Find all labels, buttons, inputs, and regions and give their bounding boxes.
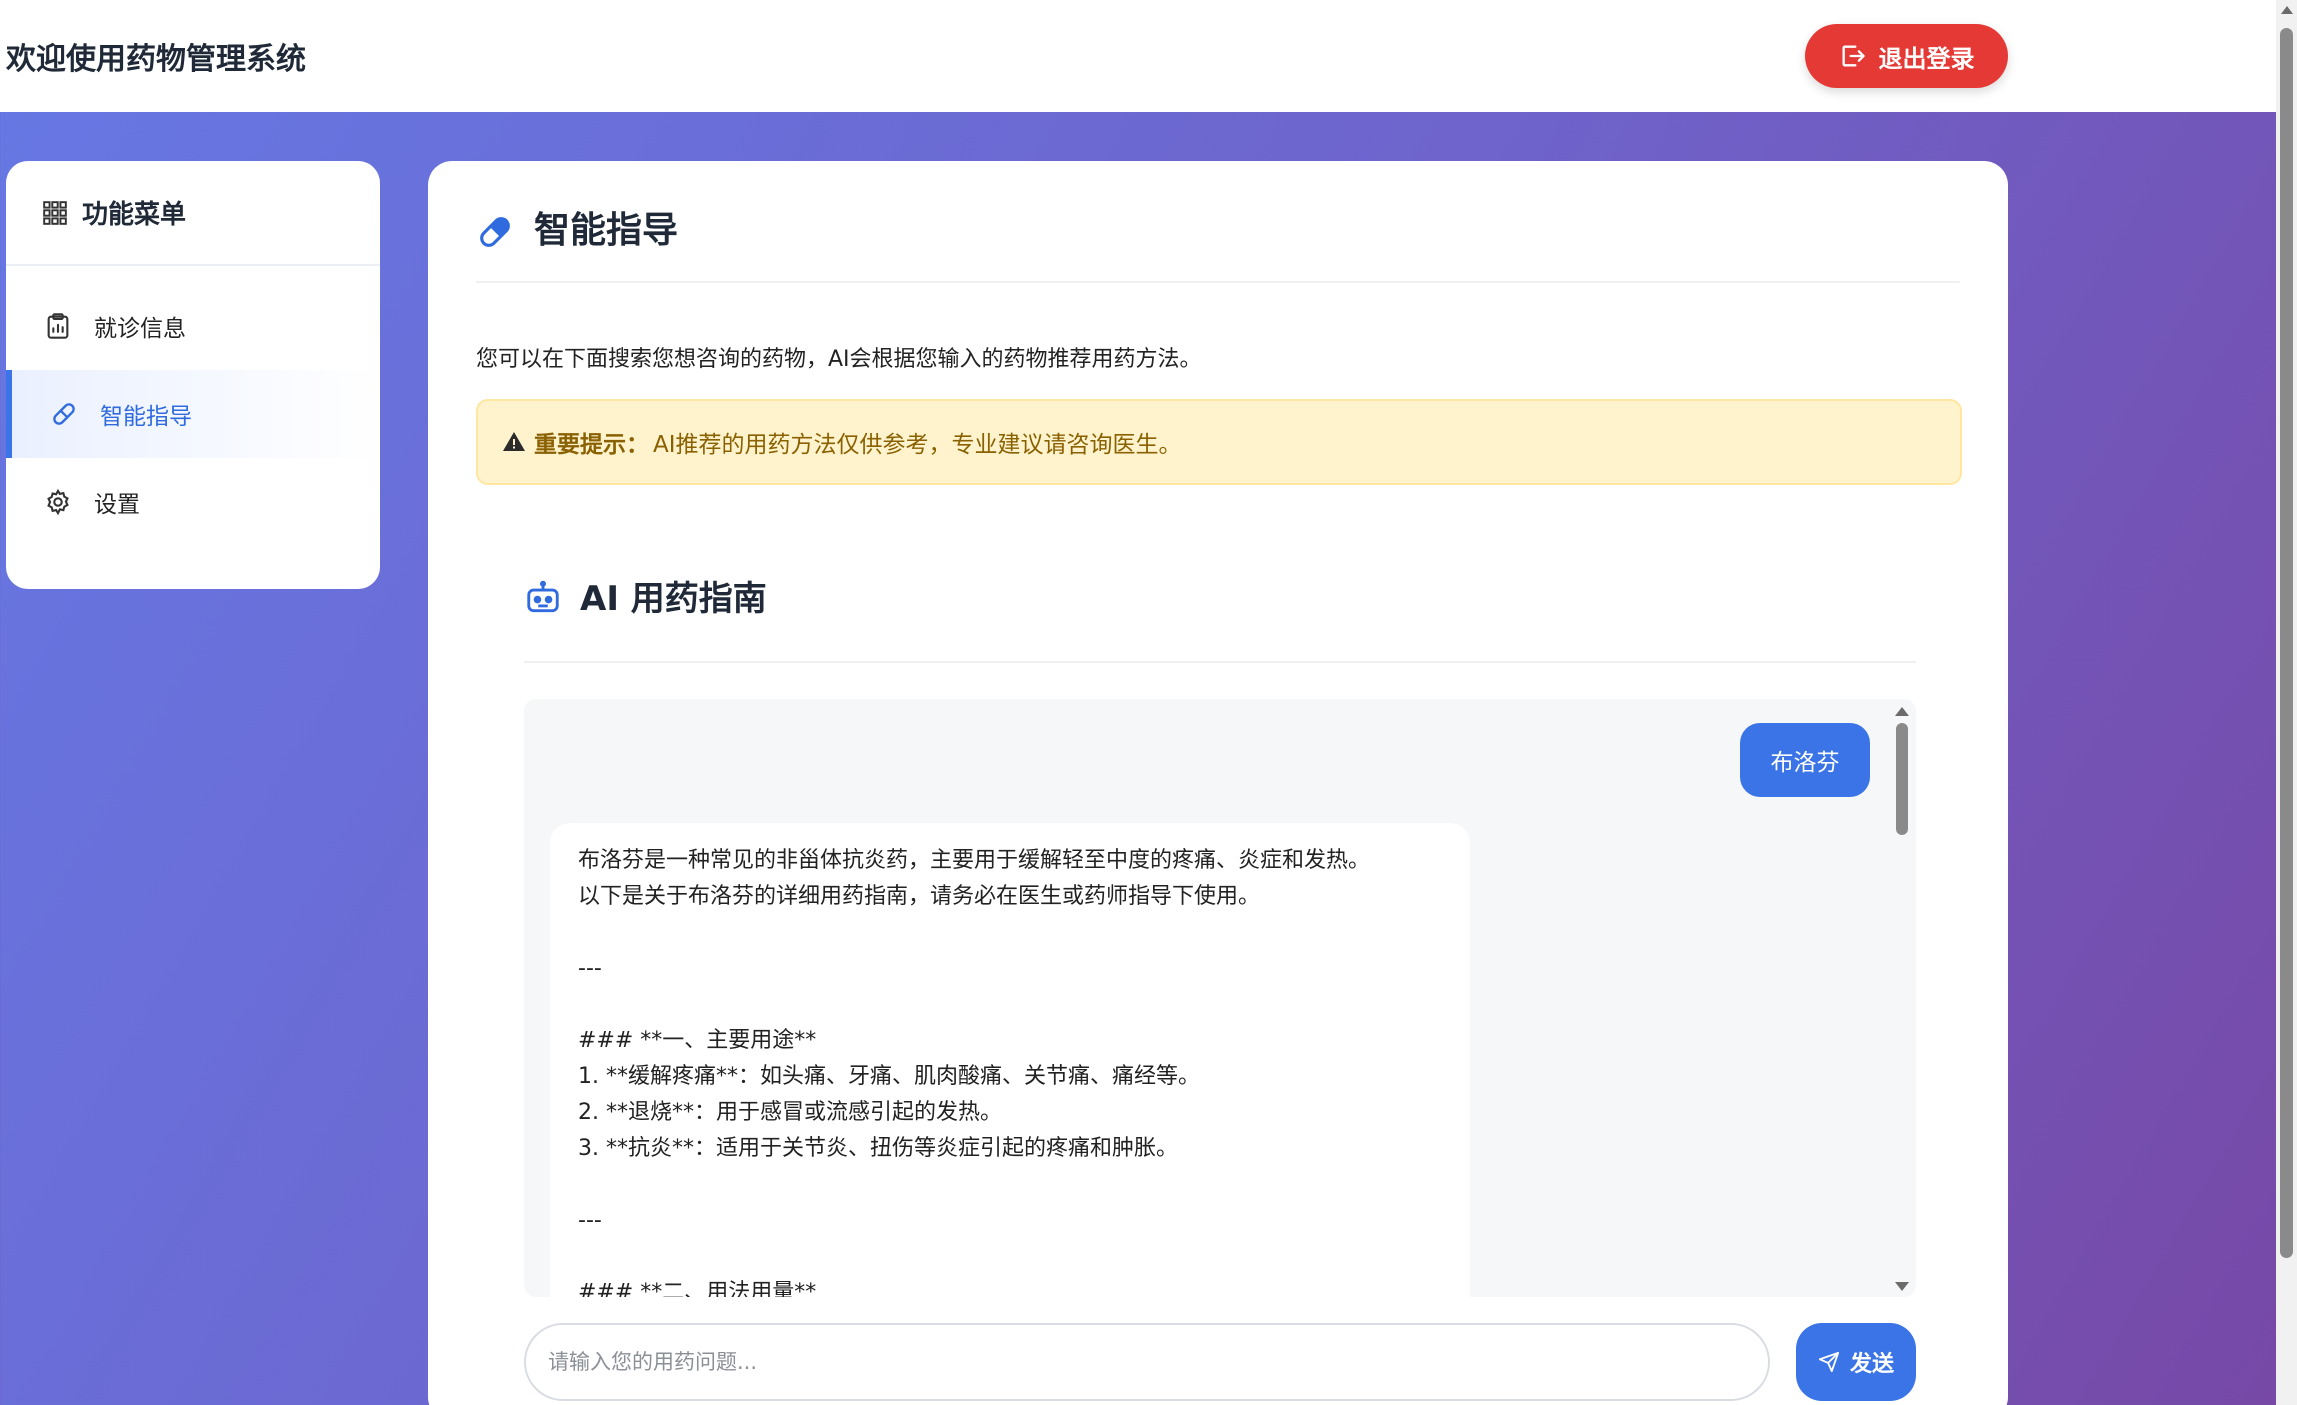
notice-text: AI推荐的用药方法仅供参考，专业建议请咨询医生。 xyxy=(653,432,1182,458)
user-message-bubble: 布洛芬 xyxy=(1740,723,1870,797)
sidebar: 功能菜单 就诊信息 智能指导 设置 xyxy=(6,161,380,589)
sidebar-item-label: 就诊信息 xyxy=(94,316,186,342)
scroll-down-arrow-icon[interactable] xyxy=(1895,1282,1909,1291)
intro-text: 您可以在下面搜索您想咨询的药物，AI会根据您输入的药物推荐用药方法。 xyxy=(476,347,1202,372)
chat-window[interactable]: 布洛芬 布洛芬是一种常见的非甾体抗炎药，主要用于缓解轻至中度的疼痛、炎症和发热。… xyxy=(524,699,1916,1297)
clipboard-icon xyxy=(47,313,69,339)
sidebar-item-label: 设置 xyxy=(94,492,140,518)
chat-scrollbar[interactable] xyxy=(1892,699,1916,1297)
logout-label: 退出登录 xyxy=(1878,44,1975,73)
logout-icon xyxy=(1842,45,1865,67)
scroll-up-arrow-icon[interactable] xyxy=(2281,6,2293,14)
send-icon xyxy=(1818,1351,1840,1373)
sidebar-item-smart-guide[interactable]: 智能指导 xyxy=(6,370,380,458)
ai-message-line: 3. **抗炎**：适用于关节炎、扭伤等炎症引起的疼痛和肿胀。 xyxy=(578,1136,1178,1161)
scroll-up-arrow-icon[interactable] xyxy=(1895,707,1909,716)
sidebar-item-visit-info[interactable]: 就诊信息 xyxy=(6,282,380,370)
chat-input[interactable] xyxy=(524,1323,1770,1401)
main-card: 智能指导 您可以在下面搜索您想咨询的药物，AI会根据您输入的药物推荐用药方法。 … xyxy=(428,161,2008,1405)
sidebar-item-label: 智能指导 xyxy=(100,404,192,430)
ai-section-title: AI 用药指南 xyxy=(580,579,767,619)
ai-message-line: ### **二、用法用量** xyxy=(578,1280,817,1297)
ai-section-header: AI 用药指南 xyxy=(524,577,1916,663)
warning-triangle-icon xyxy=(503,432,525,451)
chat-input-row: 发送 xyxy=(524,1323,1916,1403)
ai-message-bubble: 布洛芬是一种常见的非甾体抗炎药，主要用于缓解轻至中度的疼痛、炎症和发热。 以下是… xyxy=(550,823,1470,1297)
send-label: 发送 xyxy=(1849,1352,1894,1377)
robot-icon xyxy=(527,580,559,613)
ai-message-line xyxy=(578,1167,1442,1203)
warning-notice: 重要提示： AI推荐的用药方法仅供参考，专业建议请咨询医生。 xyxy=(476,399,1962,485)
ai-message-line xyxy=(578,987,1442,1023)
pill-icon xyxy=(480,217,510,247)
window-scrollbar[interactable] xyxy=(2276,0,2297,1405)
sidebar-header: 功能菜单 xyxy=(6,161,380,266)
ai-message-line: --- xyxy=(578,956,602,981)
ai-message-line: 1. **缓解疼痛**：如头痛、牙痛、肌肉酸痛、关节痛、痛经等。 xyxy=(578,1064,1200,1089)
app-title: 欢迎使用药物管理系统 xyxy=(6,42,306,77)
chat-scrollbar-thumb[interactable] xyxy=(1896,723,1908,835)
pill-icon xyxy=(53,403,75,425)
notice-label: 重要提示： xyxy=(534,432,649,458)
ai-message-line: 2. **退烧**：用于感冒或流感引起的发热。 xyxy=(578,1100,1002,1125)
logout-button[interactable]: 退出登录 xyxy=(1805,24,2008,88)
ai-message-line: --- xyxy=(578,1208,602,1233)
grid-icon xyxy=(43,200,67,225)
page-title: 智能指导 xyxy=(534,210,679,251)
ai-message-line: 以下是关于布洛芬的详细用药指南，请务必在医生或药师指导下使用。 xyxy=(578,884,1261,909)
page-header: 智能指导 xyxy=(476,207,1960,283)
sidebar-item-settings[interactable]: 设置 xyxy=(6,458,380,546)
scrollbar-thumb[interactable] xyxy=(2280,28,2293,1258)
sidebar-menu: 就诊信息 智能指导 设置 xyxy=(6,266,380,546)
ai-message-line xyxy=(578,915,1442,951)
ai-message-line xyxy=(578,1239,1442,1275)
ai-message-line: ### **一、主要用途** xyxy=(578,1028,817,1053)
ai-message-line: 布洛芬是一种常见的非甾体抗炎药，主要用于缓解轻至中度的疼痛、炎症和发热。 xyxy=(578,848,1371,873)
gear-icon xyxy=(47,488,69,516)
sidebar-title: 功能菜单 xyxy=(82,200,187,230)
send-button[interactable]: 发送 xyxy=(1796,1323,1916,1401)
